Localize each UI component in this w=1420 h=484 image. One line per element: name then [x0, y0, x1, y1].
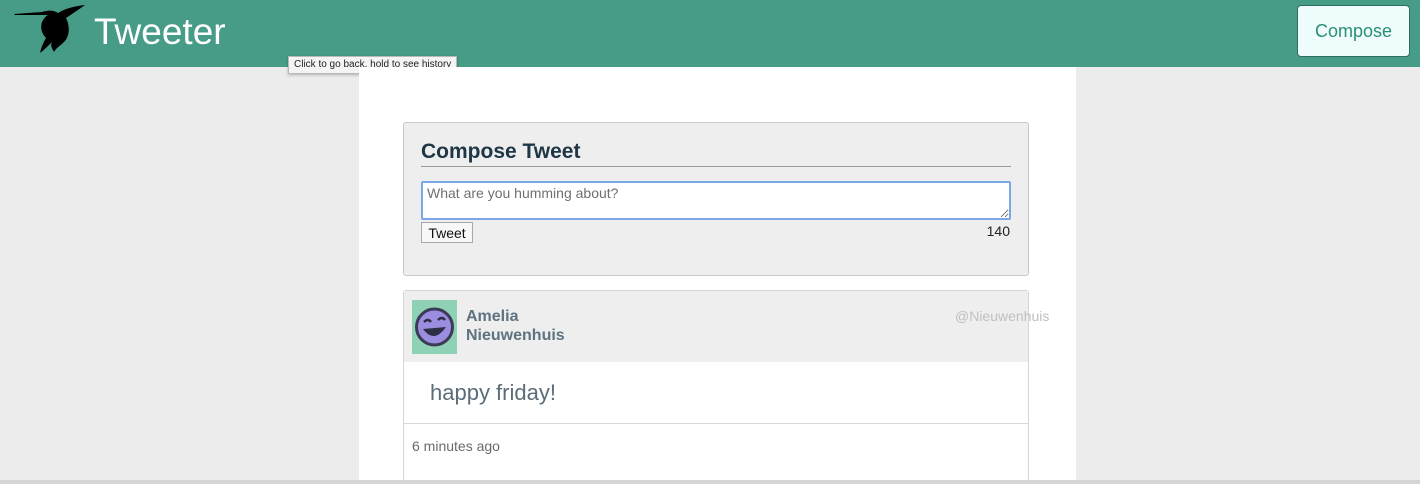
laughing-face-avatar-icon	[412, 300, 457, 354]
tweet-submit-button[interactable]: Tweet	[421, 222, 473, 243]
tweet-author-handle: @Nieuwenhuis	[955, 308, 1050, 324]
tweet-footer-divider	[404, 423, 1028, 424]
tweet-body: happy friday!	[430, 380, 556, 405]
tweet-text-input[interactable]	[421, 181, 1011, 220]
window-bottom-edge	[0, 480, 1420, 484]
compose-divider	[421, 166, 1011, 167]
tweet-timestamp: 6 minutes ago	[412, 438, 500, 454]
tweet-author-name: Amelia Nieuwenhuis	[466, 308, 565, 344]
hummingbird-icon[interactable]	[14, 4, 88, 58]
navbar: Tweeter Compose	[0, 0, 1420, 67]
compose-title: Compose Tweet	[421, 140, 581, 163]
char-counter: 140	[986, 223, 1010, 239]
compose-button[interactable]: Compose	[1297, 5, 1410, 57]
brand-title[interactable]: Tweeter	[94, 11, 226, 53]
